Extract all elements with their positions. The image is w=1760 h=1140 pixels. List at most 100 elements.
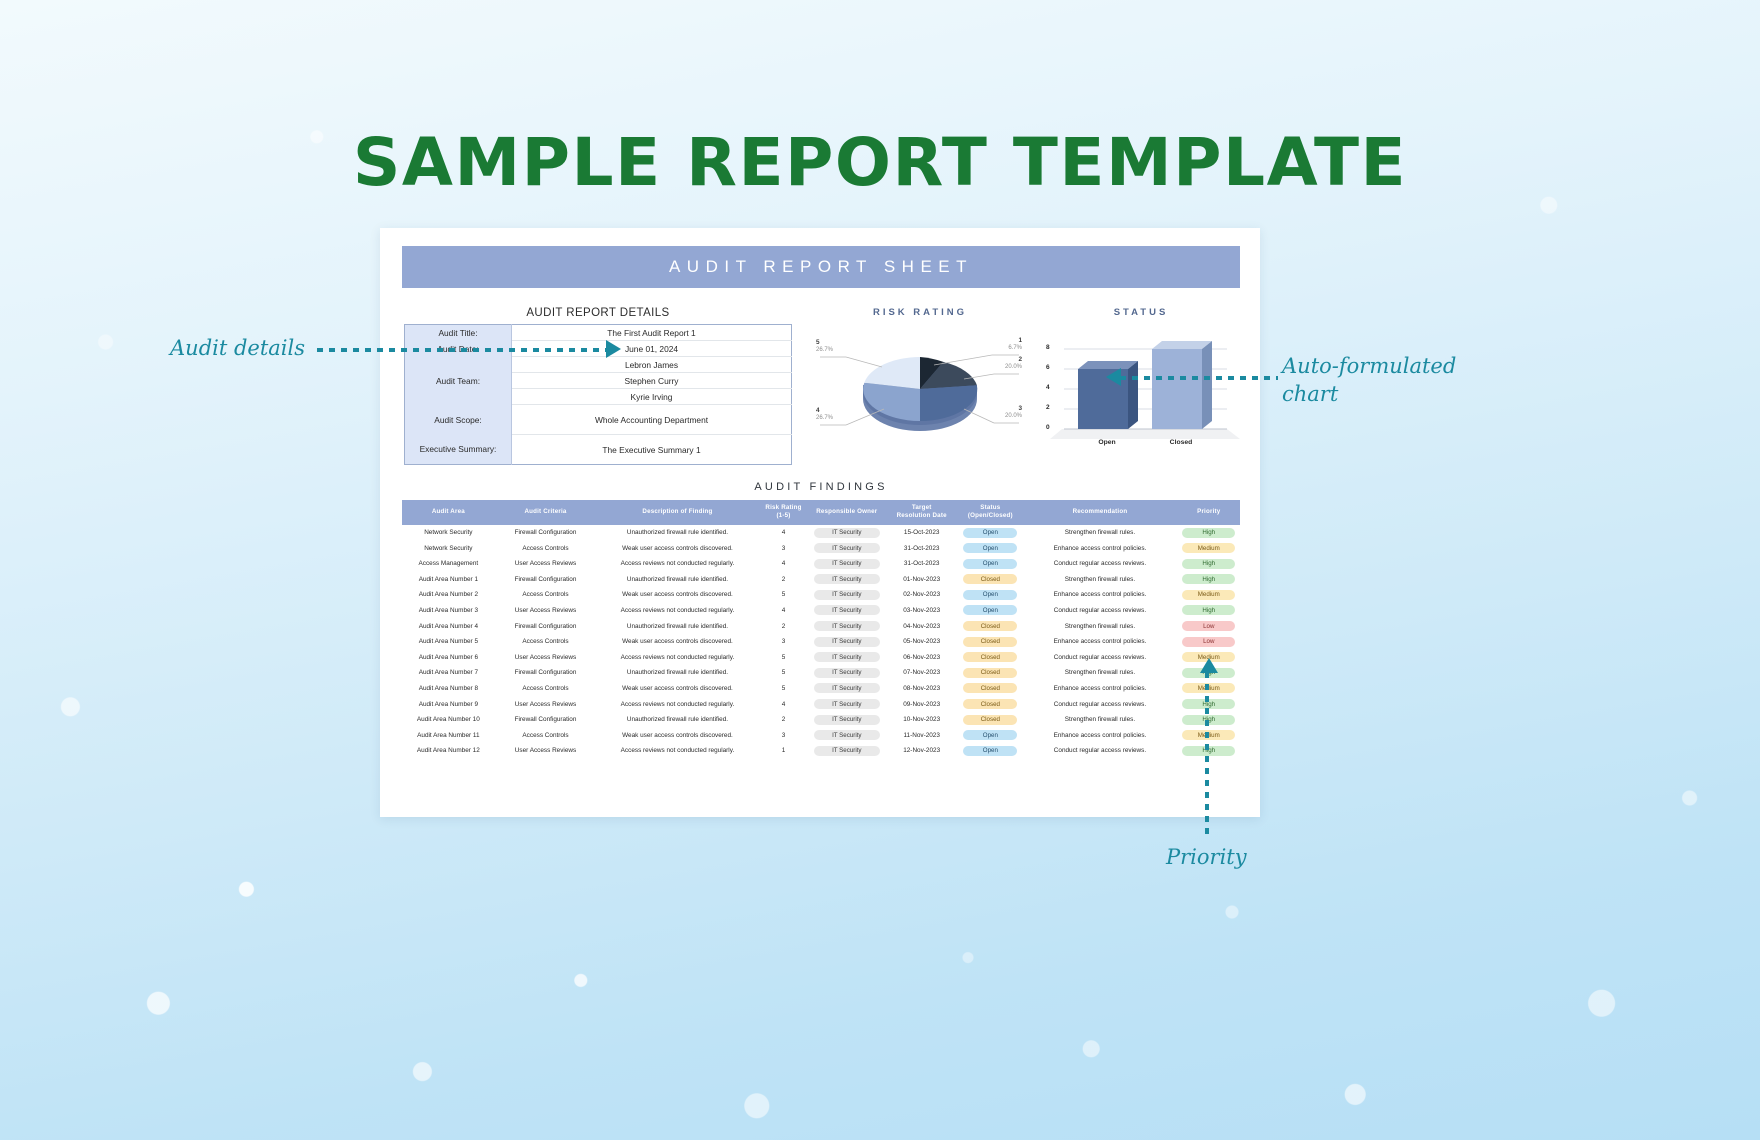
cell-audit-criteria[interactable]: Access Controls	[495, 727, 597, 743]
detail-value[interactable]: Stephen Curry	[511, 372, 792, 389]
cell-recommendation[interactable]: Conduct regular access reviews.	[1022, 696, 1177, 712]
cell-audit-area[interactable]: Audit Area Number 11	[402, 727, 495, 743]
cell-target-resolution-date[interactable]: 07-Nov-2023	[885, 665, 958, 681]
cell-responsible-owner[interactable]: IT Security	[808, 696, 885, 712]
table-row[interactable]: Audit Area Number 3 User Access Reviews Ac…	[402, 603, 1240, 619]
cell-audit-area[interactable]: Access Management	[402, 556, 495, 572]
cell-status[interactable]: Closed	[958, 634, 1022, 650]
cell-risk-rating[interactable]: 3	[759, 727, 809, 743]
cell-description-of-finding[interactable]: Weak user access controls discovered.	[596, 587, 758, 603]
cell-risk-rating[interactable]: 4	[759, 603, 809, 619]
col-status[interactable]: Status (Open/Closed)	[958, 500, 1023, 525]
cell-responsible-owner[interactable]: IT Security	[808, 727, 885, 743]
table-row[interactable]: Audit Area Number 2 Access Controls Weak u…	[402, 587, 1240, 603]
cell-target-resolution-date[interactable]: 06-Nov-2023	[885, 649, 958, 665]
cell-status[interactable]: Closed	[958, 649, 1022, 665]
cell-target-resolution-date[interactable]: 05-Nov-2023	[885, 634, 958, 650]
cell-audit-area[interactable]: Audit Area Number 7	[402, 665, 495, 681]
cell-risk-rating[interactable]: 4	[759, 696, 809, 712]
cell-audit-criteria[interactable]: Firewall Configuration	[495, 618, 597, 634]
table-row[interactable]: Network Security Access Controls Weak user…	[402, 540, 1240, 556]
col-description-of-finding[interactable]: Description of Finding	[596, 500, 759, 525]
cell-description-of-finding[interactable]: Weak user access controls discovered.	[596, 681, 758, 697]
cell-audit-area[interactable]: Audit Area Number 1	[402, 572, 495, 588]
cell-responsible-owner[interactable]: IT Security	[808, 618, 885, 634]
table-row[interactable]: Access Management User Access Reviews Acce…	[402, 556, 1240, 572]
cell-responsible-owner[interactable]: IT Security	[808, 712, 885, 728]
col-risk-rating[interactable]: Risk Rating (1-5)	[758, 500, 809, 525]
cell-audit-criteria[interactable]: Firewall Configuration	[495, 712, 597, 728]
cell-responsible-owner[interactable]: IT Security	[808, 649, 885, 665]
col-priority[interactable]: Priority	[1177, 500, 1240, 525]
cell-audit-criteria[interactable]: Firewall Configuration	[495, 572, 597, 588]
cell-audit-area[interactable]: Audit Area Number 12	[402, 743, 495, 759]
cell-recommendation[interactable]: Conduct regular access reviews.	[1022, 603, 1177, 619]
cell-description-of-finding[interactable]: Access reviews not conducted regularly.	[596, 696, 758, 712]
cell-responsible-owner[interactable]: IT Security	[808, 743, 885, 759]
cell-recommendation[interactable]: Strengthen firewall rules.	[1022, 618, 1177, 634]
cell-audit-criteria[interactable]: Firewall Configuration	[495, 665, 597, 681]
cell-priority[interactable]: Medium	[1178, 587, 1240, 603]
cell-target-resolution-date[interactable]: 04-Nov-2023	[885, 618, 958, 634]
col-audit-criteria[interactable]: Audit Criteria	[494, 500, 597, 525]
cell-risk-rating[interactable]: 2	[759, 712, 809, 728]
cell-description-of-finding[interactable]: Unauthorized firewall rule identified.	[596, 525, 758, 541]
cell-audit-criteria[interactable]: User Access Reviews	[495, 696, 597, 712]
cell-recommendation[interactable]: Conduct regular access reviews.	[1022, 556, 1177, 572]
cell-status[interactable]: Closed	[958, 712, 1022, 728]
cell-status[interactable]: Open	[958, 525, 1022, 541]
table-row[interactable]: Audit Area Number 12 User Access Reviews A…	[402, 743, 1240, 759]
cell-recommendation[interactable]: Enhance access control policies.	[1022, 634, 1177, 650]
cell-status[interactable]: Open	[958, 603, 1022, 619]
detail-value[interactable]: The Executive Summary 1	[511, 434, 792, 465]
cell-audit-criteria[interactable]: User Access Reviews	[495, 603, 597, 619]
table-row[interactable]: Audit Area Number 9 User Access Reviews Ac…	[402, 696, 1240, 712]
cell-recommendation[interactable]: Enhance access control policies.	[1022, 681, 1177, 697]
cell-priority[interactable]: High	[1178, 572, 1240, 588]
table-row[interactable]: Audit Area Number 5 Access Controls Weak u…	[402, 634, 1240, 650]
cell-risk-rating[interactable]: 3	[759, 634, 809, 650]
cell-description-of-finding[interactable]: Weak user access controls discovered.	[596, 634, 758, 650]
cell-risk-rating[interactable]: 4	[759, 525, 809, 541]
cell-description-of-finding[interactable]: Unauthorized firewall rule identified.	[596, 572, 758, 588]
cell-audit-criteria[interactable]: Access Controls	[495, 587, 597, 603]
cell-recommendation[interactable]: Conduct regular access reviews.	[1022, 743, 1177, 759]
cell-description-of-finding[interactable]: Access reviews not conducted regularly.	[596, 603, 758, 619]
col-recommendation[interactable]: Recommendation	[1022, 500, 1178, 525]
cell-responsible-owner[interactable]: IT Security	[808, 540, 885, 556]
cell-status[interactable]: Closed	[958, 572, 1022, 588]
cell-status[interactable]: Closed	[958, 696, 1022, 712]
cell-status[interactable]: Open	[958, 540, 1022, 556]
cell-target-resolution-date[interactable]: 09-Nov-2023	[885, 696, 958, 712]
detail-value[interactable]: Whole Accounting Department	[511, 404, 792, 435]
cell-recommendation[interactable]: Enhance access control policies.	[1022, 727, 1177, 743]
cell-risk-rating[interactable]: 5	[759, 587, 809, 603]
cell-audit-criteria[interactable]: Access Controls	[495, 681, 597, 697]
cell-responsible-owner[interactable]: IT Security	[808, 665, 885, 681]
cell-responsible-owner[interactable]: IT Security	[808, 525, 885, 541]
cell-risk-rating[interactable]: 5	[759, 649, 809, 665]
cell-audit-area[interactable]: Audit Area Number 3	[402, 603, 495, 619]
cell-recommendation[interactable]: Conduct regular access reviews.	[1022, 649, 1177, 665]
cell-description-of-finding[interactable]: Unauthorized firewall rule identified.	[596, 665, 758, 681]
cell-priority[interactable]: High	[1178, 556, 1240, 572]
cell-description-of-finding[interactable]: Unauthorized firewall rule identified.	[596, 618, 758, 634]
cell-audit-area[interactable]: Audit Area Number 9	[402, 696, 495, 712]
cell-recommendation[interactable]: Strengthen firewall rules.	[1022, 665, 1177, 681]
cell-recommendation[interactable]: Enhance access control policies.	[1022, 540, 1177, 556]
cell-audit-criteria[interactable]: User Access Reviews	[495, 556, 597, 572]
cell-target-resolution-date[interactable]: 08-Nov-2023	[885, 681, 958, 697]
detail-value[interactable]: Kyrie Irving	[511, 388, 792, 405]
cell-risk-rating[interactable]: 1	[759, 743, 809, 759]
cell-responsible-owner[interactable]: IT Security	[808, 634, 885, 650]
cell-description-of-finding[interactable]: Access reviews not conducted regularly.	[596, 649, 758, 665]
cell-priority[interactable]: Medium	[1178, 540, 1240, 556]
table-row[interactable]: Audit Area Number 11 Access Controls Weak …	[402, 727, 1240, 743]
cell-risk-rating[interactable]: 5	[759, 665, 809, 681]
cell-description-of-finding[interactable]: Weak user access controls discovered.	[596, 727, 758, 743]
cell-target-resolution-date[interactable]: 15-Oct-2023	[885, 525, 958, 541]
cell-priority[interactable]: High	[1178, 603, 1240, 619]
cell-target-resolution-date[interactable]: 10-Nov-2023	[885, 712, 958, 728]
cell-risk-rating[interactable]: 5	[759, 681, 809, 697]
cell-responsible-owner[interactable]: IT Security	[808, 587, 885, 603]
